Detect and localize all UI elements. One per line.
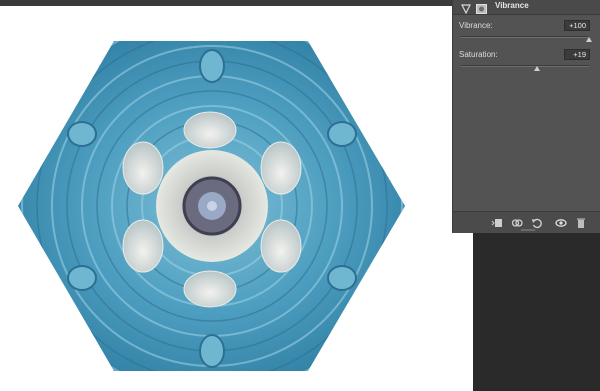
toggle-view-previous-icon[interactable] (511, 217, 523, 229)
panel-title: Vibrance (495, 1, 529, 10)
vibrance-slider-track[interactable] (461, 36, 589, 38)
delete-trash-icon[interactable] (575, 217, 587, 229)
properties-panel: Vibrance Vibrance: +100 Saturation: +19 (452, 0, 600, 233)
saturation-value-field[interactable]: +19 (564, 49, 590, 60)
saturation-slider-track[interactable] (461, 65, 589, 67)
vibrance-slider-thumb[interactable] (586, 37, 592, 42)
visibility-eye-icon[interactable] (555, 217, 567, 229)
saturation-slider-thumb[interactable] (534, 66, 541, 71)
saturation-label: Saturation: (459, 50, 498, 59)
vibrance-triangle-icon (461, 1, 471, 15)
panel-resize-grip[interactable] (521, 229, 535, 231)
hexagon-kaleidoscope-image (18, 41, 405, 371)
reset-icon[interactable] (531, 217, 543, 229)
vibrance-value-field[interactable]: +100 (564, 20, 590, 31)
panel-header: Vibrance (453, 0, 600, 15)
clip-to-layer-icon[interactable] (491, 217, 503, 229)
document-canvas[interactable] (0, 6, 473, 391)
vibrance-label: Vibrance: (459, 21, 493, 30)
adjustment-layer-mask-icon (476, 1, 487, 14)
